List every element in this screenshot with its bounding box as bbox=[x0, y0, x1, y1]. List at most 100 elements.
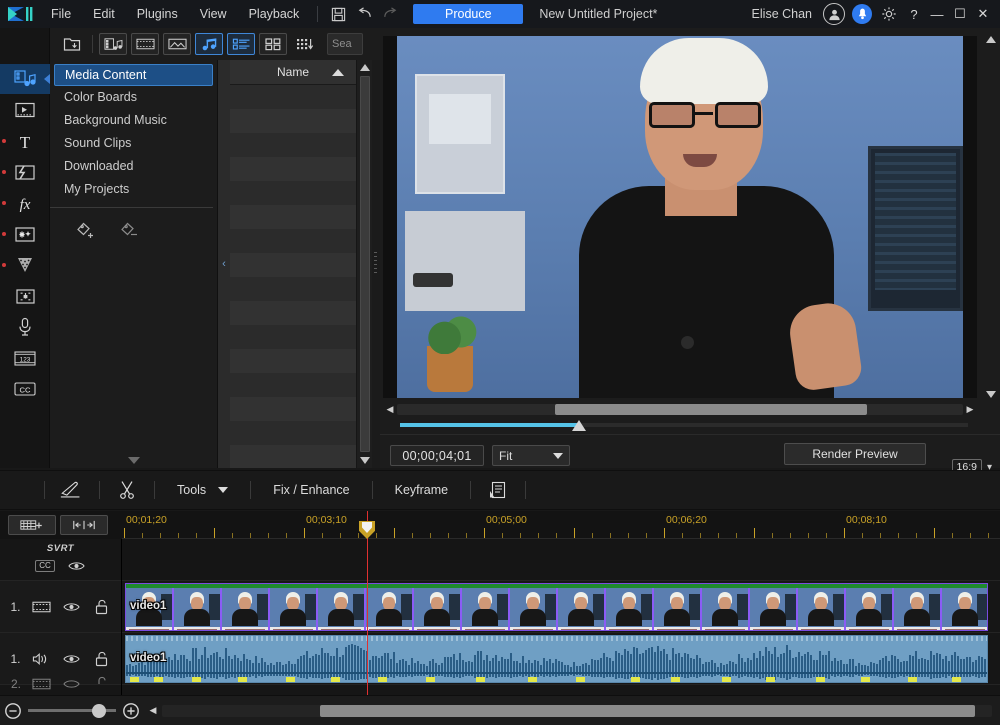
list-item[interactable] bbox=[230, 85, 356, 109]
sidebar-item-voiceover-room[interactable] bbox=[0, 312, 50, 342]
eye-visible-icon[interactable] bbox=[62, 676, 81, 693]
zoom-in-icon[interactable] bbox=[118, 698, 144, 724]
list-header[interactable]: Name bbox=[230, 60, 356, 85]
sidebar-item-effect-room[interactable]: fx bbox=[0, 188, 50, 218]
list-item[interactable] bbox=[230, 325, 356, 349]
library-collapse-button[interactable]: ‹ bbox=[218, 60, 230, 468]
sidebar-item-chapter-room[interactable]: 123 bbox=[0, 343, 50, 373]
fix-enhance-button[interactable]: Fix / Enhance bbox=[251, 477, 371, 503]
scrub-playhead[interactable] bbox=[572, 420, 586, 431]
preview-scrub-bar[interactable] bbox=[400, 420, 968, 430]
timeline-zoom-slider[interactable] bbox=[28, 709, 116, 712]
list-item[interactable] bbox=[230, 229, 356, 253]
preview-video-frame[interactable] bbox=[397, 36, 963, 398]
empty-lane[interactable] bbox=[122, 685, 1000, 695]
grid-view-icon[interactable] bbox=[259, 33, 287, 55]
render-preview-button[interactable]: Render Preview bbox=[784, 443, 926, 465]
timeline-tracks[interactable]: video1 video1 bbox=[122, 539, 1000, 695]
menu-plugins[interactable]: Plugins bbox=[126, 0, 189, 28]
tag-remove-icon[interactable] bbox=[118, 220, 140, 242]
sidebar-item-title-room[interactable]: T bbox=[0, 126, 50, 156]
timeline-ruler[interactable]: 00;01;20 00;03;10 00;05;00 00;06;20 00;0… bbox=[122, 511, 1000, 539]
list-item[interactable] bbox=[230, 133, 356, 157]
nav-scroll-down-icon[interactable] bbox=[128, 457, 140, 464]
film-track-icon[interactable] bbox=[32, 598, 51, 615]
eye-visible-icon[interactable] bbox=[62, 650, 81, 667]
timeline-horizontal-scrollbar[interactable] bbox=[162, 705, 992, 717]
scroll-right-icon[interactable]: ▶ bbox=[963, 404, 977, 415]
speaker-track-icon[interactable] bbox=[32, 650, 51, 667]
sidebar-item-particle-room[interactable] bbox=[0, 250, 50, 280]
eye-visible-icon[interactable] bbox=[67, 557, 86, 574]
audio-clip-video1[interactable]: video1 bbox=[125, 635, 988, 683]
list-item[interactable] bbox=[230, 301, 356, 325]
scrollbar-thumb[interactable] bbox=[360, 76, 370, 452]
undo-icon[interactable] bbox=[351, 1, 377, 27]
scroll-down-icon[interactable] bbox=[986, 391, 996, 398]
account-icon[interactable] bbox=[823, 3, 845, 25]
bell-icon[interactable] bbox=[852, 4, 872, 24]
closed-caption-icon[interactable]: CC bbox=[35, 560, 55, 572]
scroll-left-icon[interactable]: ◀ bbox=[144, 705, 162, 716]
eye-visible-icon[interactable] bbox=[62, 598, 81, 615]
filmstrip-icon[interactable] bbox=[131, 33, 159, 55]
save-icon[interactable] bbox=[325, 1, 351, 27]
menu-file[interactable]: File bbox=[40, 0, 82, 28]
maximize-button[interactable]: ☐ bbox=[949, 3, 971, 25]
list-item[interactable] bbox=[230, 349, 356, 373]
scroll-down-icon[interactable] bbox=[360, 457, 370, 464]
nav-item-media-content[interactable]: Media Content bbox=[54, 64, 213, 86]
list-item[interactable] bbox=[230, 445, 356, 468]
scrollbar-thumb[interactable] bbox=[555, 404, 866, 415]
list-item[interactable] bbox=[230, 181, 356, 205]
sidebar-item-motion-room[interactable] bbox=[0, 281, 50, 311]
keyframe-button[interactable]: Keyframe bbox=[373, 477, 471, 503]
search-input[interactable]: Sea bbox=[327, 33, 363, 55]
nav-item-background-music[interactable]: Background Music bbox=[54, 109, 213, 132]
list-item[interactable] bbox=[230, 205, 356, 229]
video-lane-1[interactable]: video1 bbox=[122, 581, 1000, 633]
scissors-icon[interactable] bbox=[100, 477, 154, 503]
scrollbar-thumb[interactable] bbox=[320, 705, 976, 717]
list-item[interactable] bbox=[230, 421, 356, 445]
sort-descending-icon[interactable] bbox=[291, 33, 319, 55]
media-and-music-icon[interactable] bbox=[99, 33, 127, 55]
library-vertical-scrollbar[interactable] bbox=[356, 60, 372, 468]
list-item[interactable] bbox=[230, 157, 356, 181]
redo-icon[interactable] bbox=[377, 1, 403, 27]
panel-resize-grip[interactable] bbox=[372, 60, 380, 468]
audio-lane-1[interactable]: video1 bbox=[122, 633, 1000, 685]
produce-button[interactable]: Produce bbox=[413, 4, 523, 24]
nav-item-sound-clips[interactable]: Sound Clips bbox=[54, 132, 213, 155]
import-folder-icon[interactable] bbox=[58, 33, 86, 55]
zoom-mode-select[interactable]: Fit bbox=[492, 445, 570, 466]
svrt-lane[interactable] bbox=[122, 539, 1000, 581]
gear-icon[interactable] bbox=[876, 1, 902, 27]
menu-playback[interactable]: Playback bbox=[238, 0, 311, 28]
ripple-edit-button[interactable] bbox=[60, 515, 108, 535]
menu-view[interactable]: View bbox=[189, 0, 238, 28]
zoom-out-icon[interactable] bbox=[0, 698, 26, 724]
properties-icon[interactable] bbox=[471, 477, 525, 503]
list-view-icon[interactable] bbox=[227, 33, 255, 55]
minimize-button[interactable]: — bbox=[926, 3, 948, 25]
sidebar-item-subtitle-room[interactable]: CC bbox=[0, 374, 50, 404]
menu-edit[interactable]: Edit bbox=[82, 0, 126, 28]
music-note-icon[interactable] bbox=[195, 33, 223, 55]
list-item[interactable] bbox=[230, 109, 356, 133]
photo-icon[interactable] bbox=[163, 33, 191, 55]
list-item[interactable] bbox=[230, 277, 356, 301]
scroll-up-icon[interactable] bbox=[986, 36, 996, 43]
sidebar-item-media-room[interactable] bbox=[0, 64, 50, 94]
film-track-icon[interactable] bbox=[32, 676, 51, 693]
list-item[interactable] bbox=[230, 397, 356, 421]
sidebar-item-overlay-room[interactable] bbox=[0, 219, 50, 249]
unlock-icon[interactable] bbox=[92, 650, 111, 667]
tools-menu[interactable]: Tools bbox=[155, 477, 250, 503]
preview-vertical-scrollbar[interactable] bbox=[984, 34, 998, 400]
scrollbar-track[interactable] bbox=[397, 404, 963, 415]
nav-item-downloaded[interactable]: Downloaded bbox=[54, 155, 213, 178]
list-item[interactable] bbox=[230, 253, 356, 277]
tag-add-icon[interactable] bbox=[74, 220, 96, 242]
pencil-edit-icon[interactable] bbox=[45, 477, 99, 503]
